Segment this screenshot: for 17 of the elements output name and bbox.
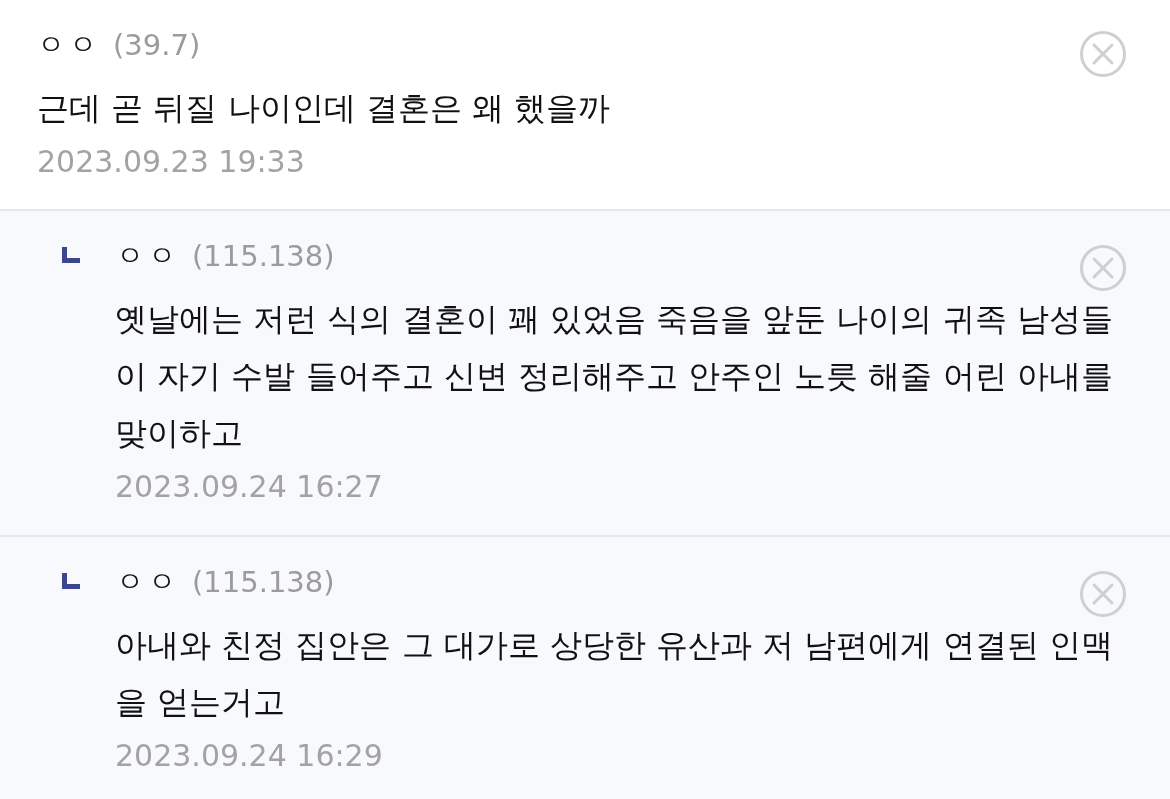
nickname: ㅇㅇ xyxy=(116,564,180,600)
close-icon[interactable] xyxy=(1080,571,1126,617)
comment-date: 2023.09.24 16:29 xyxy=(114,737,384,775)
ip-address: (115.138) xyxy=(192,239,335,273)
comment-text: 근데 곧 뒤질 나이인데 결혼은 왜 했을까 xyxy=(37,88,612,129)
ip-address: (115.138) xyxy=(192,565,335,599)
nickname: ㅇㅇ xyxy=(116,238,180,274)
close-icon[interactable] xyxy=(1080,245,1126,291)
comment-text: 옛날에는 저런 식의 결혼이 꽤 있었음 죽음을 앞둔 나이의 귀족 남성들이 자기 수발 들어주고 신변 정리해주고 안주인 노릇 해줄 어린 아내를 맞이하고 xyxy=(114,299,1114,454)
reply-corner-icon xyxy=(62,573,80,589)
ip-address: (39.7) xyxy=(113,28,201,62)
comment-date: 2023.09.24 16:27 xyxy=(114,468,384,506)
nickname: ㅇㅇ xyxy=(37,27,101,63)
close-icon[interactable] xyxy=(1080,31,1126,77)
reply-corner-icon xyxy=(62,247,80,263)
comment-text: 아내와 친정 집안은 그 대가로 상당한 유산과 저 남편에게 연결된 인맥을 얻는거고 xyxy=(114,625,1114,723)
comment-date: 2023.09.23 19:33 xyxy=(37,143,306,181)
